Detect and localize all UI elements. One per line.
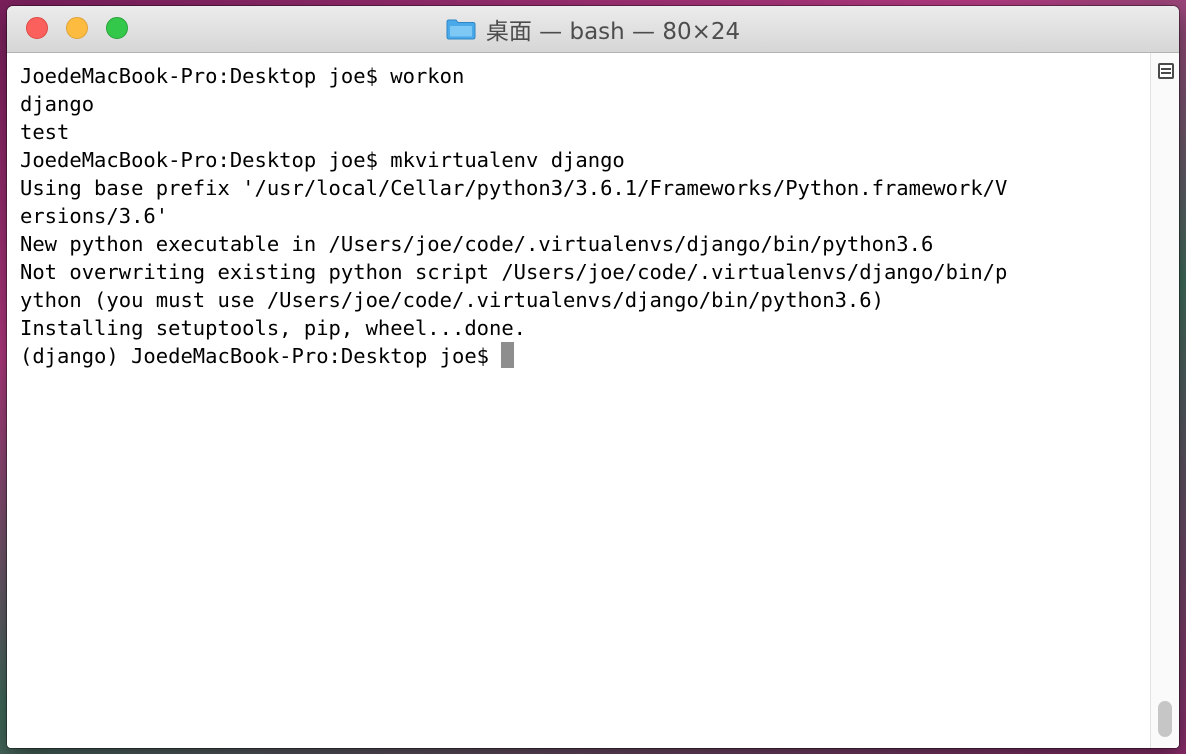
terminal-line: test (20, 118, 1007, 146)
terminal-line: Installing setuptools, pip, wheel...done… (20, 314, 1007, 342)
terminal-line-text: (django) JoedeMacBook-Pro:Desktop joe$ (20, 344, 489, 368)
terminal-line: ersions/3.6' (20, 202, 1007, 230)
terminal-line-text: New python executable in /Users/joe/code… (20, 232, 934, 256)
terminal-line: New python executable in /Users/joe/code… (20, 230, 1007, 258)
terminal-line: JoedeMacBook-Pro:Desktop joe$ mkvirtuale… (20, 146, 1007, 174)
terminal-output: JoedeMacBook-Pro:Desktop joe$ workon djan… (20, 62, 1007, 370)
terminal-line-text: django (20, 92, 95, 116)
terminal-line: JoedeMacBook-Pro:Desktop joe$ workon (20, 62, 1007, 90)
terminal-line-text: Not overwriting existing python script /… (20, 260, 1008, 284)
title-bar[interactable]: 桌面 — bash — 80×24 (7, 6, 1179, 53)
terminal-line-text: test (20, 120, 70, 144)
terminal-line: ython (you must use /Users/joe/code/.vir… (20, 286, 1007, 314)
terminal-line: (django) JoedeMacBook-Pro:Desktop joe$ (20, 342, 1007, 370)
terminal-line-text: ython (you must use /Users/joe/code/.vir… (20, 288, 884, 312)
folder-icon (446, 18, 476, 40)
terminal-line: django (20, 90, 1007, 118)
vertical-scrollbar[interactable] (1150, 53, 1179, 748)
terminal-line-text: ersions/3.6' (20, 204, 169, 228)
split-pane-icon[interactable] (1158, 63, 1174, 79)
window-title-area: 桌面 — bash — 80×24 (7, 6, 1179, 52)
terminal-line-text: JoedeMacBook-Pro:Desktop joe$ workon (20, 64, 465, 88)
terminal-line-text: Using base prefix '/usr/local/Cellar/pyt… (20, 176, 1008, 200)
terminal-line-text: Installing setuptools, pip, wheel...done… (20, 316, 527, 340)
terminal-line: Not overwriting existing python script /… (20, 258, 1007, 286)
text-cursor (501, 342, 514, 368)
terminal-content[interactable]: JoedeMacBook-Pro:Desktop joe$ workon djan… (7, 53, 1149, 748)
terminal-window: 桌面 — bash — 80×24 JoedeMacBook-Pro:Deskt… (7, 6, 1179, 748)
scroll-thumb[interactable] (1158, 701, 1172, 737)
terminal-line-text: JoedeMacBook-Pro:Desktop joe$ mkvirtuale… (20, 148, 625, 172)
window-title: 桌面 — bash — 80×24 (485, 19, 741, 45)
terminal-line: Using base prefix '/usr/local/Cellar/pyt… (20, 174, 1007, 202)
